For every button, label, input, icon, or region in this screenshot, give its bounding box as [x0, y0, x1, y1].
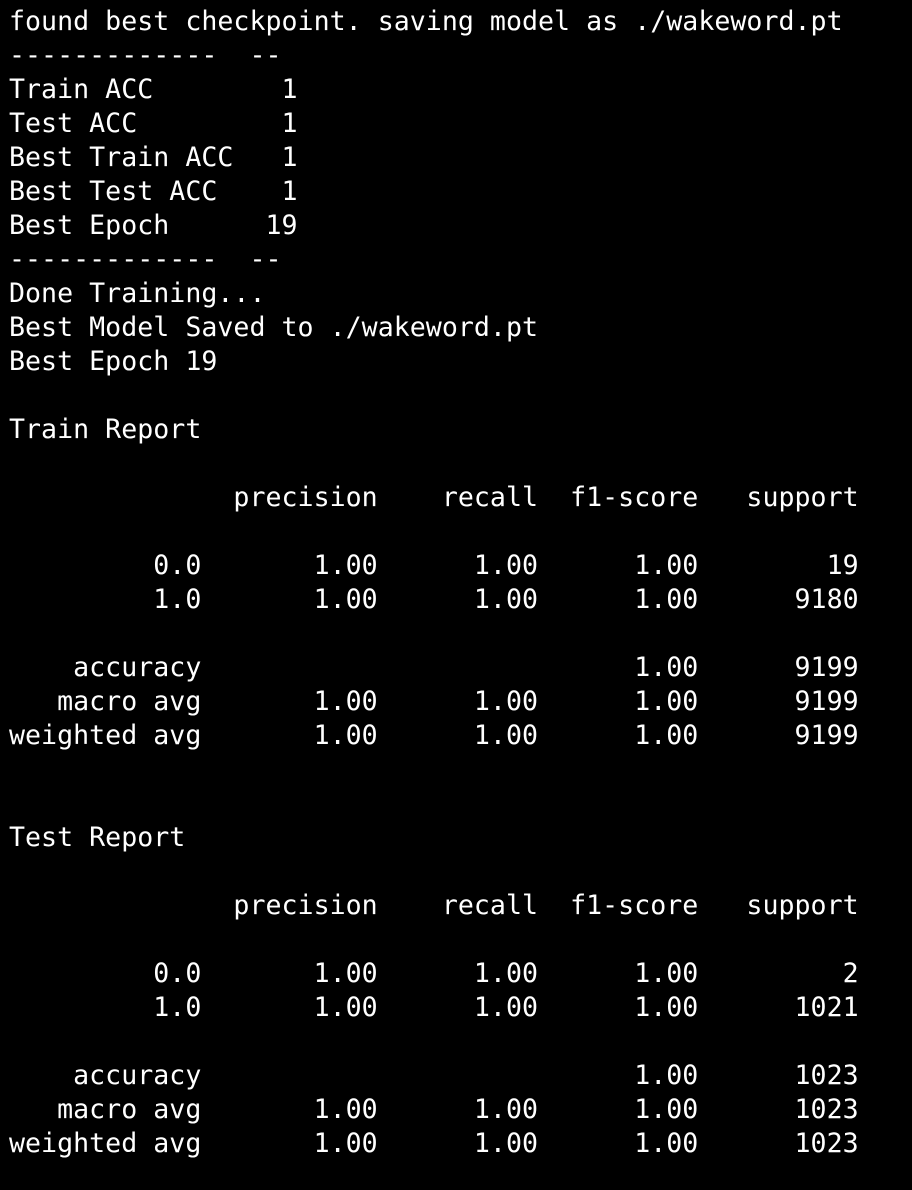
metric-best-train-acc: Best Train ACC 1 — [9, 142, 298, 173]
test-report-row-class-1: 1.0 1.00 1.00 1.00 1021 — [9, 992, 859, 1023]
log-line-best-epoch: Best Epoch 19 — [9, 346, 218, 377]
log-line-model-saved: Best Model Saved to ./wakeword.pt — [9, 312, 539, 343]
metric-best-test-acc: Best Test ACC 1 — [9, 176, 298, 207]
terminal-output[interactable]: found best checkpoint. saving model as .… — [9, 5, 912, 1161]
log-line-done-training: Done Training... — [9, 278, 266, 309]
test-report-heading: Test Report — [9, 822, 186, 853]
test-report-row-macro-avg: macro avg 1.00 1.00 1.00 1023 — [9, 1094, 859, 1125]
metric-test-acc: Test ACC 1 — [9, 108, 298, 139]
train-report-row-class-0: 0.0 1.00 1.00 1.00 19 — [9, 550, 859, 581]
train-report-heading: Train Report — [9, 414, 202, 445]
test-report-row-class-0: 0.0 1.00 1.00 1.00 2 — [9, 958, 859, 989]
train-report-row-weighted-avg: weighted avg 1.00 1.00 1.00 9199 — [9, 720, 859, 751]
train-report-row-macro-avg: macro avg 1.00 1.00 1.00 9199 — [9, 686, 859, 717]
log-line-checkpoint: found best checkpoint. saving model as .… — [9, 6, 843, 37]
test-report-row-weighted-avg: weighted avg 1.00 1.00 1.00 1023 — [9, 1128, 859, 1159]
metric-train-acc: Train ACC 1 — [9, 74, 298, 105]
train-report-header-row: precision recall f1-score support — [9, 482, 859, 513]
table-separator-bottom: ------------- -- — [9, 244, 282, 275]
train-report-row-class-1: 1.0 1.00 1.00 1.00 9180 — [9, 584, 859, 615]
table-separator-top: ------------- -- — [9, 40, 282, 71]
test-report-header-row: precision recall f1-score support — [9, 890, 859, 921]
metric-best-epoch: Best Epoch 19 — [9, 210, 298, 241]
train-report-row-accuracy: accuracy 1.00 9199 — [9, 652, 859, 683]
test-report-row-accuracy: accuracy 1.00 1023 — [9, 1060, 859, 1091]
